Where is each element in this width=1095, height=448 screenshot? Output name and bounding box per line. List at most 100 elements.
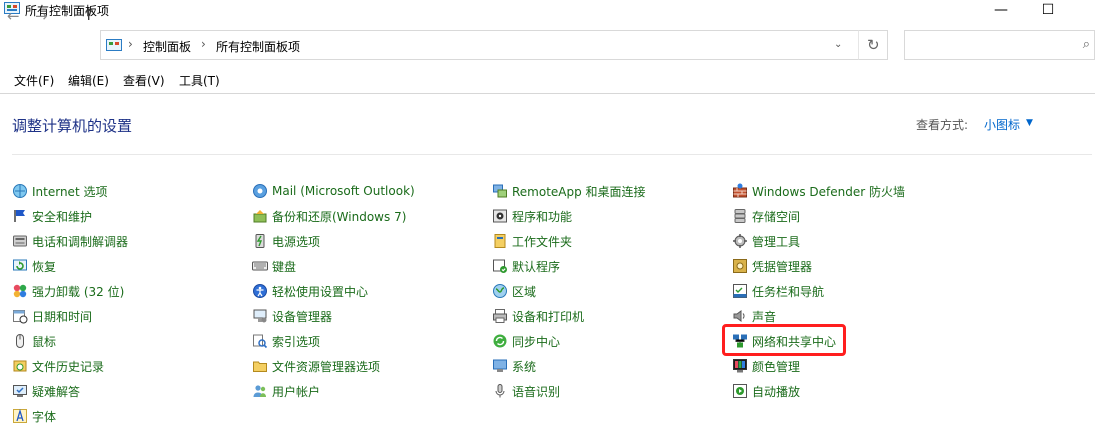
control-panel-item[interactable]: 颜色管理 xyxy=(732,356,800,376)
default-programs-icon xyxy=(493,259,507,273)
control-panel-item-label: 设备和打印机 xyxy=(512,309,585,324)
control-panel-item[interactable]: 默认程序 xyxy=(492,256,560,276)
control-panel-item-label: 语音识别 xyxy=(512,384,561,399)
control-panel-item[interactable]: 系统 xyxy=(492,356,536,376)
control-panel-item[interactable]: 任务栏和导航 xyxy=(732,281,824,301)
control-panel-item[interactable]: 存储空间 xyxy=(732,206,800,226)
control-panel-item[interactable]: 安全和维护 xyxy=(12,206,92,226)
control-panel-item[interactable]: Windows Defender 防火墙 xyxy=(732,181,905,201)
control-panel-item-label: 键盘 xyxy=(272,259,297,274)
control-panel-item-label: 管理工具 xyxy=(752,234,801,249)
search-box[interactable]: ⌕ xyxy=(904,30,1095,60)
control-panel-item[interactable]: 区域 xyxy=(492,281,536,301)
storage-icon xyxy=(734,209,746,223)
control-panel-item[interactable]: 备份和还原(Windows 7) xyxy=(252,206,406,226)
control-panel-item-label: 工作文件夹 xyxy=(512,234,573,249)
control-panel-item-label: Internet 选项 xyxy=(32,184,108,199)
search-icon: ⌕ xyxy=(1082,37,1090,52)
menu-bar: 文件(F) 编辑(E) 查看(V) 工具(T) xyxy=(0,67,1095,91)
menu-tools[interactable]: 工具(T) xyxy=(179,72,220,89)
menu-view[interactable]: 查看(V) xyxy=(123,72,165,89)
control-panel-item-label: 轻松使用设置中心 xyxy=(272,284,369,299)
control-panel-item-label: 设备管理器 xyxy=(272,309,333,324)
breadcrumb-control-panel[interactable]: 控制面板 xyxy=(143,38,191,55)
control-panel-item-label: 任务栏和导航 xyxy=(752,284,825,299)
menu-file[interactable]: 文件(F) xyxy=(14,72,54,89)
control-panel-item[interactable]: 管理工具 xyxy=(732,231,800,251)
breadcrumb-all-items[interactable]: 所有控制面板项 xyxy=(216,38,300,55)
control-panel-item[interactable]: 疑难解答 xyxy=(12,381,80,401)
recovery-icon xyxy=(13,259,27,271)
control-panel-item-label: 存储空间 xyxy=(752,209,801,224)
control-panel-item[interactable]: 语音识别 xyxy=(492,381,560,401)
control-panel-item-label: 程序和功能 xyxy=(512,209,573,224)
address-bar[interactable]: › 控制面板 › 所有控制面板项 ⌄ xyxy=(100,30,888,60)
control-panel-item-label: 自动播放 xyxy=(752,384,801,399)
control-panel-item[interactable]: 用户帐户 xyxy=(252,381,320,401)
maximize-button[interactable]: ☐ xyxy=(1025,0,1071,20)
ease-of-access-icon xyxy=(253,284,267,298)
control-panel-item[interactable]: 电话和调制解调器 xyxy=(12,231,128,251)
color-management-icon xyxy=(733,359,747,373)
troubleshoot-icon xyxy=(13,385,27,397)
mouse-icon xyxy=(16,334,24,348)
view-by-caret-icon[interactable]: ▼ xyxy=(1026,118,1033,128)
control-panel-item-label: 电话和调制解调器 xyxy=(32,234,129,249)
control-panel-item[interactable]: 凭据管理器 xyxy=(732,256,812,276)
control-panel-item[interactable]: 文件历史记录 xyxy=(12,356,104,376)
indexing-icon xyxy=(253,334,268,349)
control-panel-item[interactable]: RemoteApp 和桌面连接 xyxy=(492,181,646,201)
control-panel-item-label: 用户帐户 xyxy=(272,384,321,399)
menu-edit[interactable]: 编辑(E) xyxy=(68,72,109,89)
control-panel-item[interactable]: 轻松使用设置中心 xyxy=(252,281,368,301)
power-icon xyxy=(255,234,265,248)
control-panel-item[interactable]: 工作文件夹 xyxy=(492,231,572,251)
control-panel-item[interactable]: 电源选项 xyxy=(252,231,320,251)
control-panel-item-label: RemoteApp 和桌面连接 xyxy=(512,184,646,199)
control-panel-item[interactable]: 设备和打印机 xyxy=(492,306,584,326)
control-panel-item[interactable]: 程序和功能 xyxy=(492,206,572,226)
control-panel-item[interactable]: 鼠标 xyxy=(12,331,56,351)
printer-icon xyxy=(493,309,507,323)
control-panel-item[interactable]: 键盘 xyxy=(252,256,296,276)
recent-locations-dropdown-icon[interactable]: ▾ xyxy=(64,10,69,20)
control-panel-item-label: 区域 xyxy=(512,284,537,299)
back-arrow-icon[interactable]: ← xyxy=(7,7,20,25)
microphone-icon xyxy=(495,384,505,398)
control-panel-item-label: 疑难解答 xyxy=(32,384,81,399)
control-panel-item-label: 凭据管理器 xyxy=(752,259,813,274)
control-panel-item-label: 日期和时间 xyxy=(32,309,93,324)
breadcrumb-separator-icon[interactable]: › xyxy=(128,37,133,51)
control-panel-item[interactable]: 自动播放 xyxy=(732,381,800,401)
control-panel-item[interactable]: 字体 xyxy=(12,406,56,426)
control-panel-item[interactable]: 日期和时间 xyxy=(12,306,92,326)
folder-options-icon xyxy=(253,361,267,372)
refresh-button[interactable]: ↻ xyxy=(858,30,888,60)
control-panel-item[interactable]: 声音 xyxy=(732,306,776,326)
control-panel-item[interactable]: 强力卸载 (32 位) xyxy=(12,281,124,301)
control-panel-item-label: 文件资源管理器选项 xyxy=(272,359,381,374)
control-panel-item[interactable]: 同步中心 xyxy=(492,331,560,351)
up-arrow-icon[interactable]: ↑ xyxy=(82,5,95,24)
control-panel-item-label: 强力卸载 (32 位) xyxy=(32,284,125,299)
page-title: 调整计算机的设置 xyxy=(12,117,133,135)
breadcrumb-separator-icon[interactable]: › xyxy=(201,37,206,51)
forward-arrow-icon[interactable]: → xyxy=(35,7,48,25)
system-icon xyxy=(493,359,507,372)
mail-icon xyxy=(253,184,267,198)
control-panel-item-label: Windows Defender 防火墙 xyxy=(752,184,905,199)
sound-icon xyxy=(733,310,745,322)
address-dropdown-icon[interactable]: ⌄ xyxy=(834,39,842,50)
device-manager-icon xyxy=(253,309,267,323)
control-panel-item[interactable]: 文件资源管理器选项 xyxy=(252,356,380,376)
control-panel-item[interactable]: 设备管理器 xyxy=(252,306,332,326)
control-panel-item[interactable]: Mail (Microsoft Outlook) xyxy=(252,181,415,201)
control-panel-item[interactable]: Internet 选项 xyxy=(12,181,107,201)
view-by-dropdown[interactable]: 小图标 xyxy=(984,116,1020,133)
control-panel-item[interactable]: 索引选项 xyxy=(252,331,320,351)
view-by-label: 查看方式: xyxy=(916,118,969,132)
control-panel-item-label: 索引选项 xyxy=(272,334,321,349)
control-panel-item-label: 安全和维护 xyxy=(32,209,93,224)
control-panel-item[interactable]: 恢复 xyxy=(12,256,56,276)
minimize-button[interactable]: — xyxy=(978,0,1024,20)
